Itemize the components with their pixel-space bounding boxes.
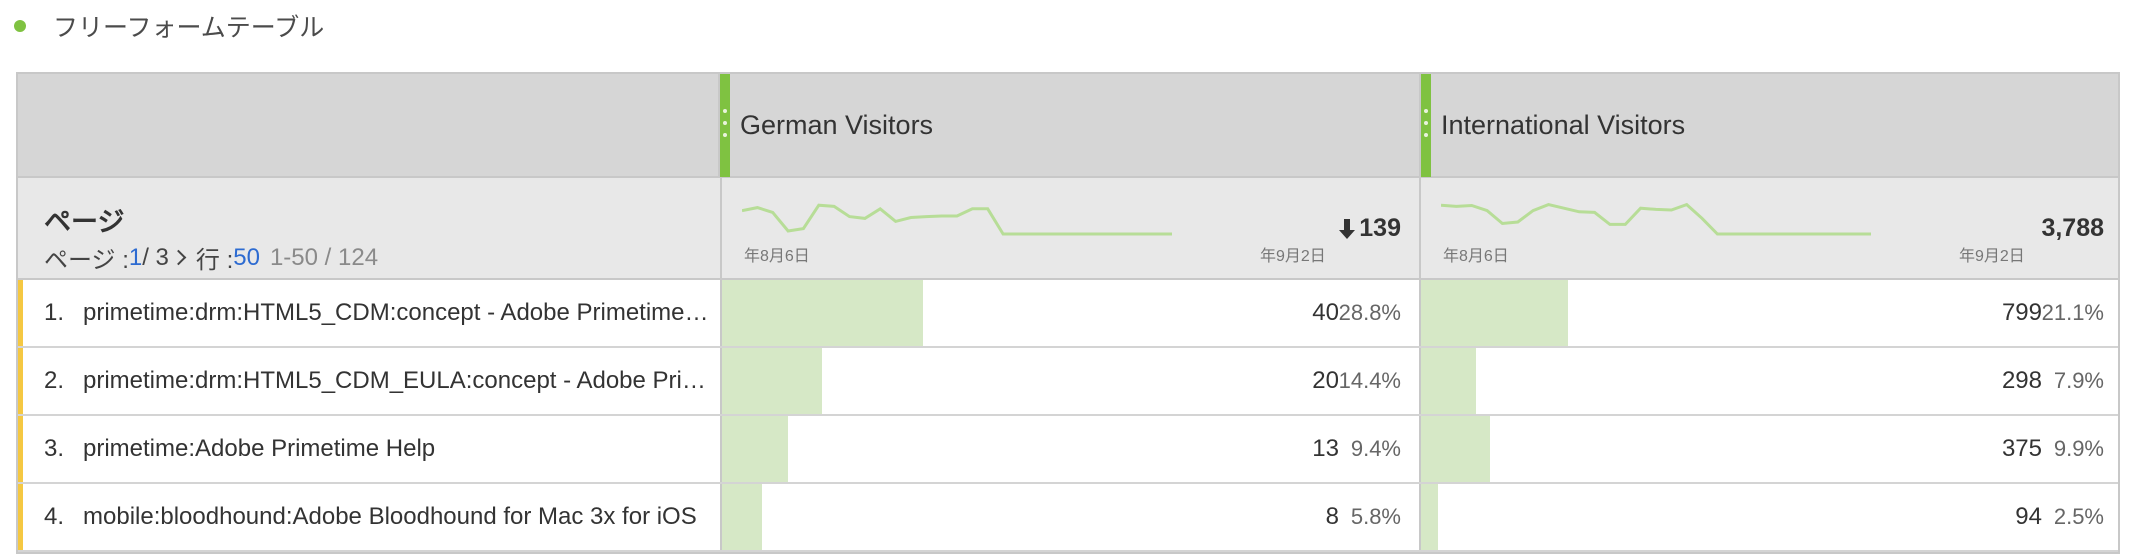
metric-percent: 2.5% xyxy=(2053,504,2104,529)
row-label[interactable]: primetime:Adobe Primetime Help xyxy=(83,416,713,482)
panel-header: フリーフォームテーブル xyxy=(14,8,324,44)
share-bar xyxy=(722,484,763,550)
summary-cell-international-visitors: 年8月6日 年9月2日 3,788 xyxy=(1421,178,2118,278)
row-highlight-stripe xyxy=(18,280,23,346)
column-total: 139 xyxy=(1339,214,1401,243)
metric-cell[interactable]: 8 5.8% xyxy=(720,484,1421,550)
drag-handle-icon[interactable] xyxy=(1421,74,1431,177)
dimension-column-header[interactable] xyxy=(18,74,720,178)
metric-percent: 9.9% xyxy=(2053,436,2104,461)
column-header-international-visitors[interactable]: International Visitors xyxy=(1421,74,2118,178)
column-header-german-visitors[interactable]: German Visitors xyxy=(720,74,1421,178)
metric-percent: 28.8% xyxy=(1338,300,1401,325)
column-total: 3,788 xyxy=(2041,214,2104,243)
metric-percent: 5.8% xyxy=(1350,504,1401,529)
page-total: / 3 xyxy=(142,243,169,271)
column-label: International Visitors xyxy=(1441,109,1686,140)
row-label[interactable]: primetime:drm:HTML5_CDM_EULA:concept - A… xyxy=(83,348,713,414)
metric-percent: 9.4% xyxy=(1350,436,1401,461)
summary-row: ページ ページ : 1 / 3 行 : 50 1-50 / 124 年8月6日 … xyxy=(18,178,2118,280)
sparkline-chart xyxy=(1441,202,1871,236)
sparkline-end-date: 年9月2日 xyxy=(1260,248,1326,265)
metric-cell[interactable]: 375 9.9% xyxy=(1421,416,2118,482)
metric-cell[interactable]: 799 21.1% xyxy=(1421,280,2118,346)
row-label[interactable]: mobile:bloodhound:Adobe Bloodhound for M… xyxy=(83,484,713,550)
next-page-chevron-icon[interactable] xyxy=(170,249,187,266)
row-rank: 2. xyxy=(44,367,65,394)
sparkline-end-date: 年9月2日 xyxy=(1959,248,2025,265)
row-range: 1-50 / 124 xyxy=(269,243,379,271)
row-label[interactable]: primetime:drm:HTML5_CDM:concept - Adobe … xyxy=(83,280,713,346)
dimension-title: ページ xyxy=(44,207,125,237)
metric-value: 8 xyxy=(1325,503,1339,530)
status-dot-icon xyxy=(14,20,26,32)
share-bar xyxy=(1421,416,1490,482)
sparkline-chart xyxy=(742,203,1172,236)
page-current-link[interactable]: 1 xyxy=(129,244,142,272)
metric-value: 20 xyxy=(1312,367,1339,394)
metric-cell[interactable]: 298 7.9% xyxy=(1421,348,2118,414)
row-rank: 4. xyxy=(44,503,65,530)
sparkline-line xyxy=(742,203,1172,236)
sparkline-line xyxy=(1441,202,1871,236)
metric-value: 375 xyxy=(2001,435,2042,462)
table-row[interactable]: 4. mobile:bloodhound:Adobe Bloodhound fo… xyxy=(18,484,2118,552)
drag-handle-icon[interactable] xyxy=(720,74,730,177)
column-total-value: 139 xyxy=(1359,214,1401,242)
share-bar xyxy=(1421,280,1569,346)
pagination: ページ : 1 / 3 行 : 50 1-50 / 124 xyxy=(44,240,378,275)
share-bar xyxy=(722,280,923,346)
row-highlight-stripe xyxy=(18,416,23,482)
row-highlight-stripe xyxy=(18,348,23,414)
row-rank: 3. xyxy=(44,435,65,462)
table-row[interactable]: 2. primetime:drm:HTML5_CDM_EULA:concept … xyxy=(18,348,2118,416)
metric-value: 799 xyxy=(2001,299,2042,326)
share-bar xyxy=(1421,484,1439,550)
table-row[interactable]: 1. primetime:drm:HTML5_CDM:concept - Ado… xyxy=(18,280,2118,348)
metric-percent: 14.4% xyxy=(1338,368,1401,393)
metric-value: 298 xyxy=(2001,367,2042,394)
sparkline-start-date: 年8月6日 xyxy=(1443,248,1509,265)
metric-percent: 21.1% xyxy=(2041,300,2104,325)
metric-cell[interactable]: 20 14.4% xyxy=(720,348,1421,414)
metric-cell[interactable]: 13 9.4% xyxy=(720,416,1421,482)
row-highlight-stripe xyxy=(18,484,23,550)
panel-title[interactable]: フリーフォームテーブル xyxy=(53,8,324,44)
rows-per-page-link[interactable]: 50 xyxy=(233,244,260,272)
column-total-value: 3,788 xyxy=(2041,214,2104,242)
share-bar xyxy=(722,348,823,414)
metric-cell[interactable]: 40 28.8% xyxy=(720,280,1421,346)
metric-value: 94 xyxy=(2015,503,2042,530)
metric-cell[interactable]: 94 2.5% xyxy=(1421,484,2118,550)
share-bar xyxy=(1421,348,1477,414)
rows-label: 行 : xyxy=(195,247,234,274)
metric-value: 13 xyxy=(1312,435,1339,462)
freeform-table: German Visitors International Visitors ペ… xyxy=(16,72,2120,554)
summary-cell-german-visitors: 年8月6日 年9月2日 139 xyxy=(720,178,1421,278)
share-bar xyxy=(722,416,788,482)
table-row[interactable]: 3. primetime:Adobe Primetime Help 13 9.4… xyxy=(18,416,2118,484)
down-arrow-icon xyxy=(1339,218,1356,239)
page-prefix: ページ : xyxy=(44,247,129,274)
column-label: German Visitors xyxy=(740,109,934,140)
metric-value: 40 xyxy=(1312,299,1339,326)
row-rank: 1. xyxy=(44,299,65,326)
metric-percent: 7.9% xyxy=(2053,368,2104,393)
sparkline-start-date: 年8月6日 xyxy=(744,248,810,265)
